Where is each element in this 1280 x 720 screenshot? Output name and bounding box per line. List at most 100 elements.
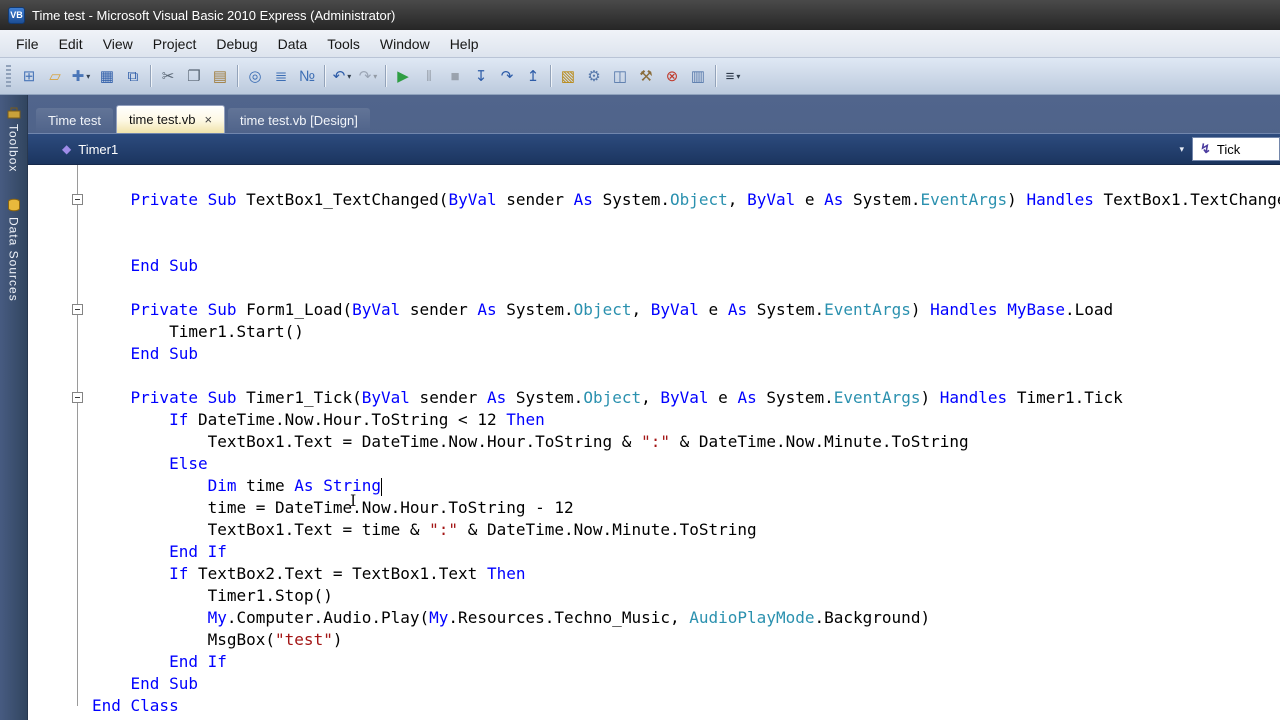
- code-line[interactable]: Private Sub TextBox1_TextChanged(ByVal s…: [28, 189, 1280, 211]
- code-line[interactable]: Private Sub Timer1_Tick(ByVal sender As …: [28, 387, 1280, 409]
- open-file-button[interactable]: ▱: [42, 63, 68, 89]
- code-line[interactable]: End Sub: [28, 255, 1280, 277]
- code-line[interactable]: [28, 233, 1280, 255]
- objects-dropdown[interactable]: ◆ Timer1 ▾: [28, 134, 1192, 164]
- code-token: DateTime.Now.Hour.ToString < 12: [188, 410, 507, 429]
- code-token: & DateTime.Now.Minute.ToString: [458, 520, 757, 539]
- menu-item-data[interactable]: Data: [268, 33, 318, 55]
- code-editor[interactable]: Private Sub TextBox1_TextChanged(ByVal s…: [28, 165, 1280, 720]
- chevron-down-icon[interactable]: ▾: [736, 72, 740, 81]
- properties-window-button[interactable]: ⚙: [581, 63, 607, 89]
- code-line[interactable]: Else: [28, 453, 1280, 475]
- code-line[interactable]: TextBox1.Text = time & ":" & DateTime.No…: [28, 519, 1280, 541]
- menu-item-help[interactable]: Help: [440, 33, 489, 55]
- code-token: ): [1007, 190, 1027, 209]
- code-line[interactable]: Timer1.Start(): [28, 321, 1280, 343]
- sidebar-tab-data-sources[interactable]: Data Sources: [7, 198, 21, 302]
- code-token: End Sub: [130, 344, 198, 363]
- code-line[interactable]: My.Computer.Audio.Play(My.Resources.Tech…: [28, 607, 1280, 629]
- code-token: As: [727, 300, 748, 319]
- code-line[interactable]: MsgBox("test"): [28, 629, 1280, 651]
- code-line[interactable]: [28, 277, 1280, 299]
- save-button[interactable]: ▦: [94, 63, 120, 89]
- code-token: EventArgs: [824, 300, 911, 319]
- error-list-button[interactable]: ⊗: [659, 63, 685, 89]
- solution-explorer-button[interactable]: ▧: [555, 63, 581, 89]
- code-token: EventArgs: [833, 388, 921, 407]
- line-numbers-button[interactable]: №: [294, 63, 320, 89]
- close-icon[interactable]: ×: [204, 113, 212, 126]
- chevron-down-icon[interactable]: ▾: [347, 72, 351, 81]
- code-line[interactable]: TextBox1.Text = DateTime.Now.Hour.ToStri…: [28, 431, 1280, 453]
- code-line[interactable]: Private Sub Form1_Load(ByVal sender As S…: [28, 299, 1280, 321]
- chevron-down-icon[interactable]: ▾: [1179, 144, 1184, 155]
- add-new-item-button[interactable]: ✚ ▾: [68, 63, 94, 89]
- code-token: TextBox1.TextChanged: [1093, 190, 1280, 209]
- copy-button[interactable]: ❐: [181, 63, 207, 89]
- document-tab-time-test-vb-design[interactable]: time test.vb [Design]: [228, 108, 370, 133]
- toolbox-button[interactable]: ⚒: [633, 63, 659, 89]
- code-token: As: [737, 388, 757, 407]
- object-browser-button[interactable]: ◫: [607, 63, 633, 89]
- code-line[interactable]: End Sub: [28, 343, 1280, 365]
- code-line[interactable]: If TextBox2.Text = TextBox1.Text Then: [28, 563, 1280, 585]
- collapse-region-icon[interactable]: [72, 194, 83, 205]
- sidebar-tab-toolbox[interactable]: Toolbox: [7, 105, 21, 172]
- find-in-files-button[interactable]: ◎: [242, 63, 268, 89]
- code-line[interactable]: [28, 211, 1280, 233]
- code-token: AudioPlayMode: [689, 608, 815, 627]
- code-token: Sub: [207, 300, 237, 319]
- code-token: ByVal: [448, 190, 497, 209]
- document-tab-time-test-vb[interactable]: time test.vb ×: [115, 105, 226, 133]
- chevron-down-icon[interactable]: ▾: [86, 72, 90, 81]
- code-line[interactable]: Timer1.Stop(): [28, 585, 1280, 607]
- break-all-button[interactable]: ‖: [416, 63, 442, 89]
- toolbar-options-button[interactable]: ≡ ▾: [720, 63, 746, 89]
- save-all-button[interactable]: ⧉: [120, 63, 146, 89]
- tab-label: time test.vb [Design]: [240, 113, 358, 128]
- code-line[interactable]: End If: [28, 651, 1280, 673]
- toolbar-grip[interactable]: [6, 65, 11, 87]
- cut-button[interactable]: ✂: [155, 63, 181, 89]
- menu-item-view[interactable]: View: [93, 33, 143, 55]
- toolbar-separator: [324, 65, 325, 87]
- code-token: Handles: [930, 300, 998, 319]
- code-line[interactable]: End Class: [28, 695, 1280, 717]
- step-over-button[interactable]: ↷: [494, 63, 520, 89]
- step-out-button[interactable]: ↥: [520, 63, 546, 89]
- chevron-down-icon[interactable]: ▾: [373, 72, 377, 81]
- menu-item-edit[interactable]: Edit: [49, 33, 93, 55]
- code-line[interactable]: End Sub: [28, 673, 1280, 695]
- menu-item-tools[interactable]: Tools: [317, 33, 370, 55]
- code-line[interactable]: Dim time As String: [28, 475, 1280, 497]
- code-line[interactable]: If DateTime.Now.Hour.ToString < 12 Then: [28, 409, 1280, 431]
- immediate-window-button[interactable]: ▥: [685, 63, 711, 89]
- collapse-region-icon[interactable]: [72, 304, 83, 315]
- menu-item-debug[interactable]: Debug: [206, 33, 267, 55]
- code-token: As: [824, 190, 844, 209]
- new-project-button[interactable]: ⊞: [16, 63, 42, 89]
- start-debugging-button[interactable]: ▶: [390, 63, 416, 89]
- save-icon: ▦: [99, 68, 115, 85]
- code-line[interactable]: [28, 365, 1280, 387]
- menu-bar: File Edit View Project Debug Data Tools Window H…: [0, 30, 1280, 58]
- events-dropdown[interactable]: ↯ Tick: [1192, 137, 1280, 161]
- collapse-region-icon[interactable]: [72, 392, 83, 403]
- comment-selection-button[interactable]: ≣: [268, 63, 294, 89]
- redo-button[interactable]: ↷ ▾: [355, 63, 381, 89]
- code-token: e: [795, 190, 825, 209]
- code-token: ,: [727, 190, 748, 209]
- undo-button[interactable]: ↶ ▾: [329, 63, 355, 89]
- step-into-button[interactable]: ↧: [468, 63, 494, 89]
- code-line[interactable]: time = DateTime.Now.Hour.ToString - 12: [28, 497, 1280, 519]
- document-tab-time-test[interactable]: Time test: [36, 108, 113, 133]
- stop-debugging-button[interactable]: ■: [442, 63, 468, 89]
- menu-item-window[interactable]: Window: [370, 33, 440, 55]
- paste-button[interactable]: ▤: [207, 63, 233, 89]
- menu-item-project[interactable]: Project: [143, 33, 207, 55]
- code-line[interactable]: End If: [28, 541, 1280, 563]
- menu-item-file[interactable]: File: [6, 33, 49, 55]
- code-token: Then: [506, 410, 545, 429]
